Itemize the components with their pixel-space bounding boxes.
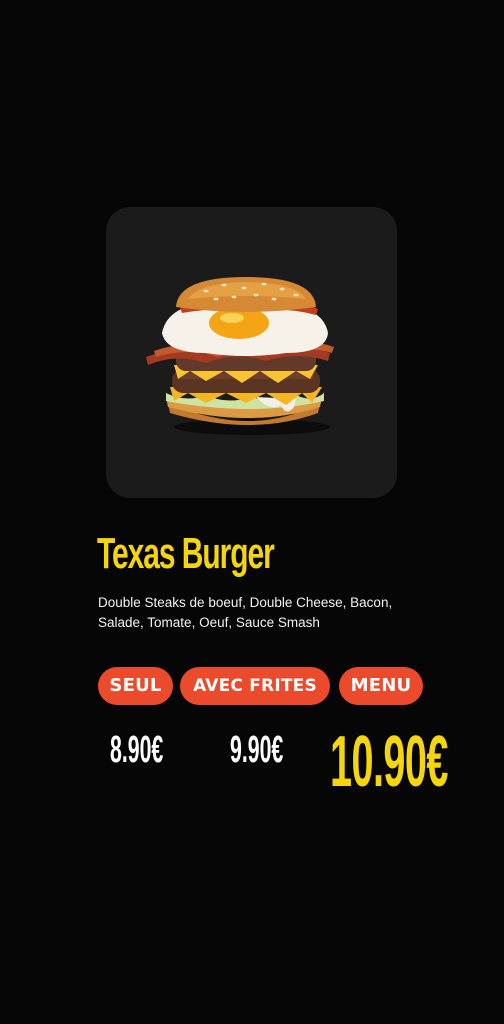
product-image-card	[106, 207, 397, 498]
option-menu-button[interactable]: MENU	[339, 667, 423, 705]
option-seul-button[interactable]: SEUL	[98, 667, 173, 705]
product-title: Texas Burger	[97, 529, 275, 578]
price-seul: 8.90€	[110, 729, 164, 771]
burger-image	[146, 277, 334, 435]
price-menu: 10.90€	[330, 722, 448, 802]
product-description: Double Steaks de boeuf, Double Cheese, B…	[98, 595, 393, 630]
price-avec-frites: 9.90€	[230, 729, 284, 771]
option-avec-frites-button[interactable]: AVEC FRITES	[180, 667, 330, 705]
